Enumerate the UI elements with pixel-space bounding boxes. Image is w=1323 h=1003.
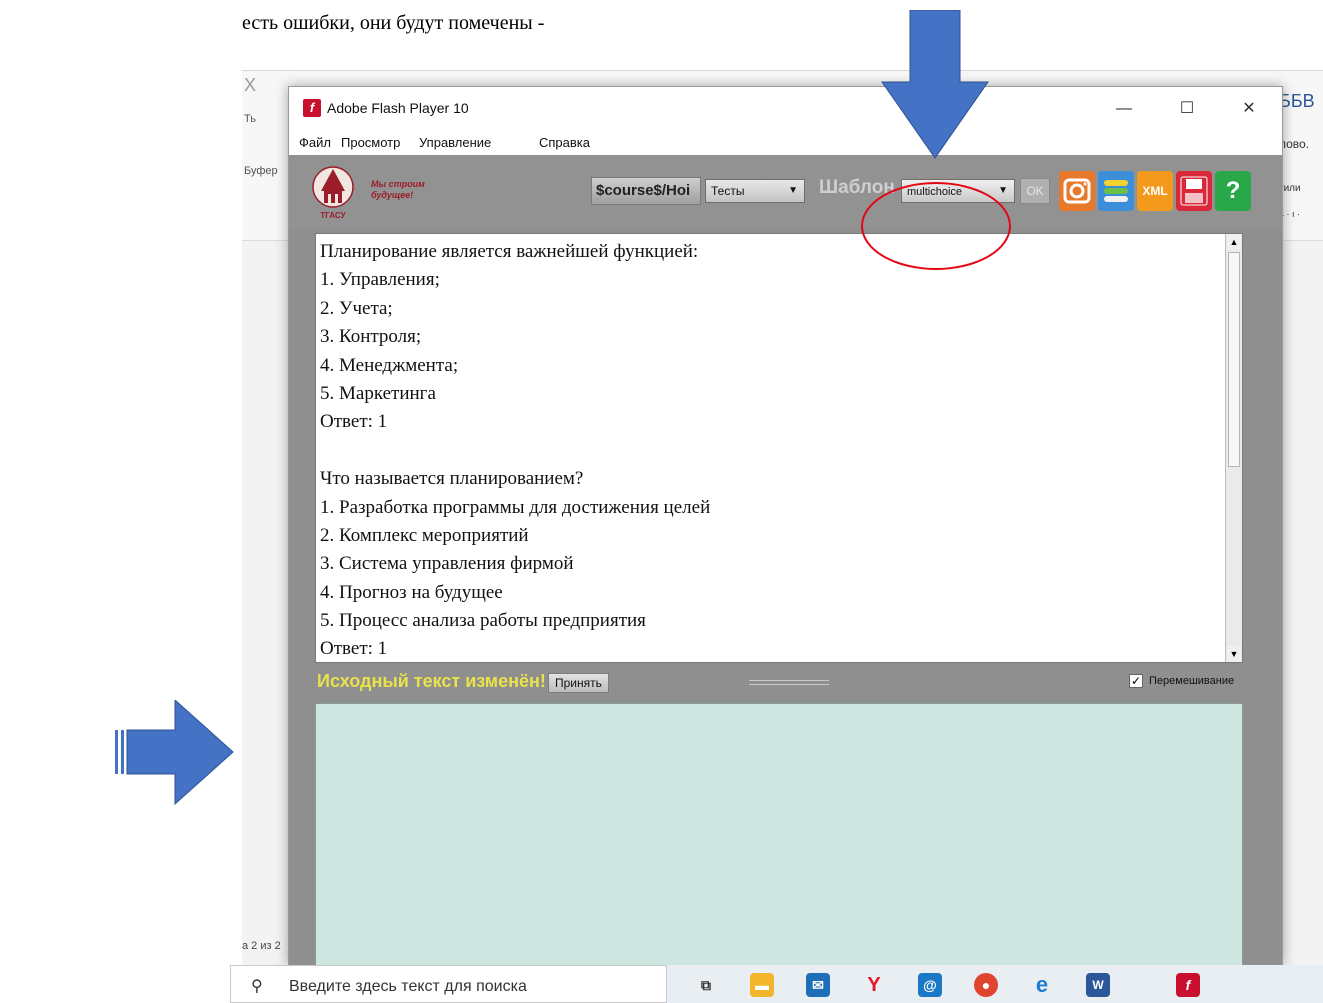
chevron-down-icon: ▼ <box>998 185 1008 196</box>
editor-line: 5. Процесс анализа работы предприятия <box>320 610 646 632</box>
shuffle-label: Перемешивание <box>1149 675 1235 687</box>
editor-line: 5. Маркетинга <box>320 382 436 404</box>
help-icon[interactable]: ? <box>1215 171 1251 211</box>
taskbar-search-input[interactable]: ⚲ Введите здесь текст для поиска <box>230 965 667 1003</box>
editor-scrollbar[interactable]: ▲ ▼ <box>1225 234 1242 662</box>
editor-line: 2. Комплекс мероприятий <box>320 524 529 546</box>
editor-lines: Планирование является важнейшей функцией… <box>320 238 1225 664</box>
mail-icon[interactable]: ✉ <box>806 973 830 997</box>
down-arrow-annotation <box>881 10 989 159</box>
toolbar: ТГАСУ Мы строим будущее! $course$/Hoi Те… <box>289 155 1282 229</box>
course-path-field[interactable]: $course$/Hoi <box>591 177 701 205</box>
source-text-editor[interactable]: Планирование является важнейшей функцией… <box>315 233 1243 663</box>
menu-view[interactable]: Просмотр <box>341 135 400 150</box>
chrome-icon[interactable]: ● <box>974 973 998 997</box>
scrollbar-thumb[interactable] <box>1228 252 1240 467</box>
text-changed-message: Исходный текст изменён! <box>317 671 546 691</box>
bg-fragment-word: лово. <box>1279 137 1310 151</box>
logo-slogan-line-1: Мы строим <box>371 179 425 189</box>
ok-button[interactable]: OK <box>1020 178 1050 204</box>
flash-app-area: ТГАСУ Мы строим будущее! $course$/Hoi Те… <box>289 155 1282 967</box>
page-count-status: а 2 из 2 <box>242 940 281 952</box>
preview-panel <box>315 703 1243 967</box>
flash-app-icon: f <box>303 99 321 117</box>
category-select[interactable]: Тесты ▼ <box>705 179 805 203</box>
logo-caption: ТГАСУ <box>320 211 346 220</box>
file-explorer-icon[interactable]: ▬ <box>750 973 774 997</box>
scroll-down-icon[interactable]: ▼ <box>1227 646 1241 662</box>
logo-slogan: Мы строим будущее! <box>371 179 425 201</box>
logo-slogan-line-2: будущее! <box>371 190 414 200</box>
yandex-browser-icon[interactable]: Y <box>862 973 886 997</box>
editor-line: Ответ: 1 <box>320 411 388 433</box>
status-bar: Исходный текст изменён! Принять ✓ Переме… <box>289 667 1282 695</box>
editor-line: 1. Управления; <box>320 269 440 291</box>
shuffle-checkbox[interactable]: ✓ <box>1129 674 1143 688</box>
flash-player-window: f Adobe Flash Player 10 — ☐ ✕ Файл Просм… <box>288 86 1283 967</box>
word-icon[interactable]: W <box>1086 973 1110 997</box>
menu-file[interactable]: Файл <box>299 135 331 150</box>
xml-export-icon[interactable]: XML <box>1137 171 1173 211</box>
editor-line: 2. Учета; <box>320 297 393 319</box>
close-button[interactable]: ✕ <box>1229 95 1269 123</box>
highlight-circle-annotation <box>861 182 1011 270</box>
bg-fragment-clipboard: Буфер <box>244 165 278 177</box>
flash-taskbar-icon[interactable]: f <box>1176 973 1200 997</box>
bg-fragment-paste: Ть <box>244 113 256 125</box>
chevron-down-icon: ▼ <box>788 185 798 196</box>
editor-line: Ответ: 1 <box>320 638 388 660</box>
camera-icon[interactable] <box>1059 171 1095 211</box>
window-title: Adobe Flash Player 10 <box>327 100 469 116</box>
document-intro-text: есть ошибки, они будут помечены - <box>242 12 545 34</box>
menu-help[interactable]: Справка <box>539 135 590 150</box>
layers-icon[interactable] <box>1098 171 1134 211</box>
background-left-fragments: Х Ть Буфер <box>242 71 290 965</box>
title-bar: f Adobe Flash Player 10 — ☐ ✕ <box>289 87 1282 131</box>
editor-line: 3. Система управления фирмой <box>320 553 574 575</box>
editor-line: 4. Прогноз на будущее <box>320 581 503 603</box>
accept-button[interactable]: Принять <box>548 673 609 693</box>
save-icon[interactable] <box>1176 171 1212 211</box>
category-select-value: Тесты <box>711 184 745 198</box>
editor-line: 1. Разработка программы для достижения ц… <box>320 496 711 518</box>
search-icon: ⚲ <box>251 978 263 995</box>
editor-line: 4. Менеджмента; <box>320 354 459 376</box>
editor-line: Планирование является важнейшей функцией… <box>320 241 699 262</box>
taskbar: ⚲ Введите здесь текст для поиска ⧉ ▬ ✉ Y… <box>230 965 1323 1003</box>
task-view-icon[interactable]: ⧉ <box>694 973 718 997</box>
right-arrow-annotation <box>115 700 234 806</box>
editor-line: 3. Контроля; <box>320 326 422 348</box>
editor-line: Что называется планированием? <box>320 468 584 490</box>
maximize-button[interactable]: ☐ <box>1167 95 1207 123</box>
menu-bar: Файл Просмотр Управление Справка <box>289 131 1282 155</box>
menu-control[interactable]: Управление <box>419 135 491 150</box>
edge-icon[interactable]: e <box>1030 973 1054 997</box>
bg-fragment-title: ББВ <box>1279 91 1315 111</box>
splitter-grip[interactable] <box>749 680 829 685</box>
minimize-button[interactable]: — <box>1104 95 1144 123</box>
mail-ru-icon[interactable]: @ <box>918 973 942 997</box>
tgasu-logo-icon: ТГАСУ <box>312 166 354 220</box>
bg-fragment-cut: Х <box>244 75 257 95</box>
scroll-up-icon[interactable]: ▲ <box>1227 234 1241 250</box>
search-placeholder: Введите здесь текст для поиска <box>289 978 527 995</box>
